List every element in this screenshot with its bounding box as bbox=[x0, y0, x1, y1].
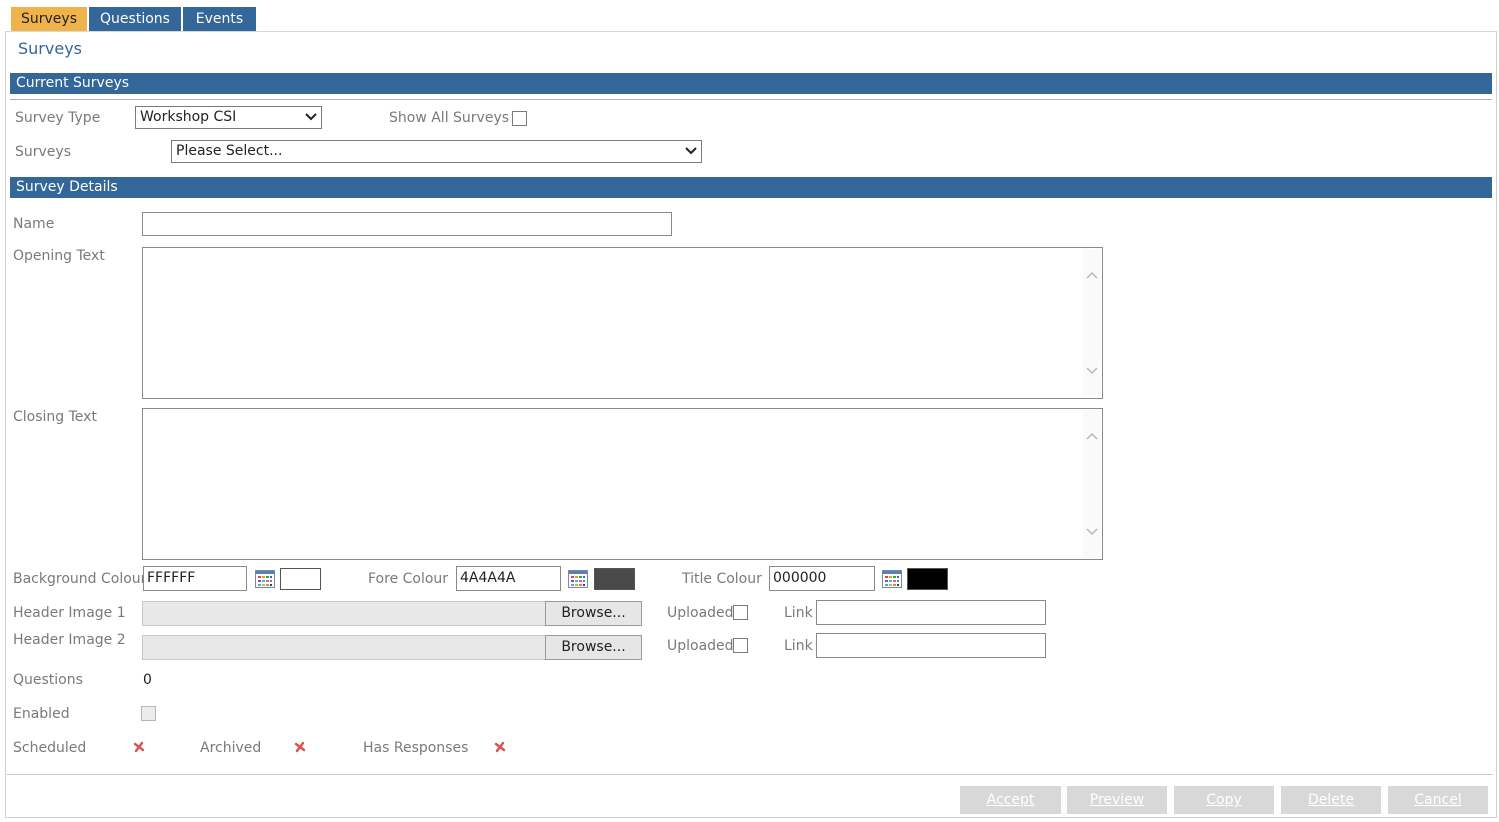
header-image-2-label: Header Image 2 bbox=[13, 632, 126, 648]
survey-type-select[interactable]: Workshop CSI bbox=[135, 106, 322, 129]
surveys-label: Surveys bbox=[15, 144, 71, 160]
section-divider bbox=[10, 99, 1492, 100]
fore-colour-input[interactable]: 4A4A4A bbox=[456, 566, 561, 591]
footer-divider bbox=[7, 774, 1493, 775]
color-palette-icon[interactable] bbox=[255, 570, 275, 588]
scrollbar[interactable] bbox=[1083, 410, 1101, 558]
chevron-down-icon bbox=[1086, 367, 1098, 375]
title-colour-input[interactable]: 000000 bbox=[769, 566, 875, 591]
accept-button[interactable]: Accept bbox=[960, 786, 1061, 814]
header-image-1-file-field[interactable] bbox=[142, 601, 546, 626]
header-image-2-uploaded-label: Uploaded bbox=[667, 638, 734, 654]
header-image-1-link-label: Link bbox=[784, 605, 813, 621]
surveys-select[interactable]: Please Select... bbox=[171, 140, 702, 163]
cancel-button[interactable]: Cancel bbox=[1388, 786, 1488, 814]
show-all-surveys-checkbox[interactable] bbox=[512, 111, 527, 126]
surveys-value: Please Select... bbox=[176, 143, 283, 159]
show-all-surveys-label: Show All Surveys bbox=[389, 110, 510, 126]
has-responses-label: Has Responses bbox=[363, 740, 469, 756]
header-image-2-link-input[interactable] bbox=[816, 633, 1046, 658]
header-image-1-link-input[interactable] bbox=[816, 600, 1046, 625]
scheduled-label: Scheduled bbox=[13, 740, 87, 756]
survey-type-label: Survey Type bbox=[15, 110, 101, 126]
color-palette-icon[interactable] bbox=[568, 570, 588, 588]
page-title: Surveys bbox=[18, 39, 82, 58]
opening-text-label: Opening Text bbox=[13, 248, 105, 264]
fore-colour-label: Fore Colour bbox=[368, 571, 449, 587]
current-surveys-header: Current Surveys bbox=[10, 73, 1492, 94]
enabled-label: Enabled bbox=[13, 706, 70, 722]
tab-events[interactable]: Events bbox=[183, 7, 256, 31]
header-image-1-uploaded-checkbox bbox=[733, 605, 748, 620]
scrollbar[interactable] bbox=[1083, 249, 1101, 397]
chevron-down-icon bbox=[305, 113, 317, 121]
header-image-1-browse-button[interactable]: Browse... bbox=[545, 601, 642, 626]
background-colour-swatch bbox=[280, 568, 321, 590]
x-mark-icon bbox=[294, 741, 306, 753]
tab-surveys[interactable]: Surveys bbox=[11, 7, 87, 31]
delete-button[interactable]: Delete bbox=[1281, 786, 1381, 814]
name-input[interactable] bbox=[142, 212, 672, 236]
header-image-2-uploaded-checkbox bbox=[733, 638, 748, 653]
preview-button[interactable]: Preview bbox=[1067, 786, 1167, 814]
color-palette-icon[interactable] bbox=[882, 570, 902, 588]
enabled-checkbox bbox=[141, 706, 156, 721]
copy-button[interactable]: Copy bbox=[1174, 786, 1274, 814]
questions-label: Questions bbox=[13, 672, 83, 688]
header-image-2-browse-button[interactable]: Browse... bbox=[545, 635, 642, 660]
x-mark-icon bbox=[133, 741, 145, 753]
fore-colour-swatch bbox=[594, 568, 635, 590]
archived-label: Archived bbox=[200, 740, 262, 756]
closing-text-area[interactable] bbox=[142, 408, 1103, 560]
background-colour-input[interactable]: FFFFFF bbox=[143, 566, 247, 591]
chevron-down-icon bbox=[1086, 528, 1098, 536]
chevron-up-icon bbox=[1086, 432, 1098, 440]
questions-count: 0 bbox=[143, 672, 152, 688]
chevron-up-icon bbox=[1086, 271, 1098, 279]
header-image-1-uploaded-label: Uploaded bbox=[667, 605, 734, 621]
closing-text-label: Closing Text bbox=[13, 409, 97, 425]
chevron-down-icon bbox=[685, 147, 697, 155]
header-image-1-label: Header Image 1 bbox=[13, 605, 126, 621]
tab-questions[interactable]: Questions bbox=[89, 7, 181, 31]
tab-bar: Surveys Questions Events bbox=[11, 7, 258, 31]
x-mark-icon bbox=[494, 741, 506, 753]
header-image-2-file-field[interactable] bbox=[142, 635, 546, 660]
name-label: Name bbox=[13, 216, 55, 232]
background-colour-label: Background Colour bbox=[13, 571, 147, 587]
survey-type-value: Workshop CSI bbox=[140, 109, 237, 125]
title-colour-swatch bbox=[907, 568, 948, 590]
survey-details-header: Survey Details bbox=[10, 177, 1492, 198]
header-image-2-link-label: Link bbox=[784, 638, 813, 654]
opening-text-area[interactable] bbox=[142, 247, 1103, 399]
title-colour-label: Title Colour bbox=[682, 571, 762, 587]
